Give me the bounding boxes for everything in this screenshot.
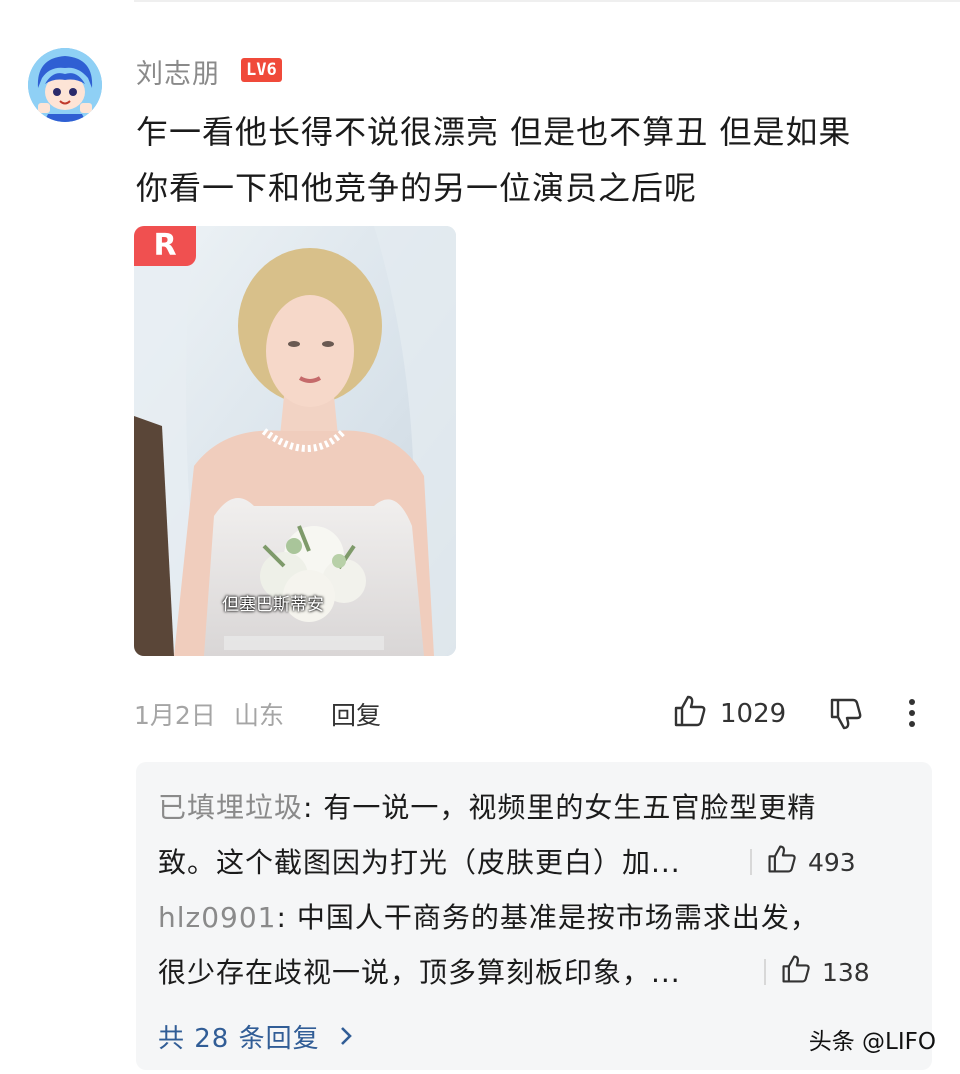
more-options-button[interactable] bbox=[904, 696, 920, 738]
comment-date: 1月2日 bbox=[134, 701, 216, 730]
video-thumbnail[interactable]: R 但塞巴斯蒂安 bbox=[134, 226, 456, 656]
top-divider bbox=[134, 0, 960, 2]
like-button[interactable]: 1029 bbox=[672, 694, 786, 734]
like-count: 1029 bbox=[720, 699, 787, 729]
view-all-replies-link[interactable]: 共 28 条回复 bbox=[158, 1018, 353, 1055]
dislike-button[interactable] bbox=[828, 696, 864, 738]
reply-button[interactable]: 回复 bbox=[331, 696, 381, 732]
watermark: 头条 @LIFO bbox=[808, 1029, 936, 1055]
chevron-right-icon bbox=[339, 1024, 353, 1054]
video-subtitle: 但塞巴斯蒂安 bbox=[222, 595, 324, 615]
reply-like-button[interactable]: 493 bbox=[750, 843, 856, 881]
comment-text-line: 你看一下和他竞争的另一位演员之后呢 bbox=[136, 169, 698, 207]
level-badge: LV6 bbox=[241, 58, 282, 82]
brand-logo: R bbox=[134, 226, 196, 266]
divider bbox=[750, 849, 752, 875]
more-vertical-icon bbox=[904, 699, 920, 738]
view-replies-label: 共 28 条回复 bbox=[158, 1024, 320, 1054]
reply-text: : 中国人干商务的基准是按市场需求出发， bbox=[276, 901, 819, 934]
reply-like-count: 493 bbox=[808, 847, 856, 877]
thumbs-down-icon bbox=[828, 698, 864, 738]
reply-text: : 有一说一，视频里的女生五官脸型更精 bbox=[303, 791, 817, 824]
thumbs-up-icon bbox=[766, 843, 798, 881]
reply-author[interactable]: 已填埋垃圾 bbox=[158, 791, 303, 824]
divider bbox=[764, 959, 766, 985]
reply-line: 已填埋垃圾: 有一说一，视频里的女生五官脸型更精 bbox=[158, 780, 918, 835]
comment-text-line: 乍一看他长得不说很漂亮 但是也不算丑 但是如果 bbox=[136, 113, 852, 151]
reply-author[interactable]: hlz0901 bbox=[158, 901, 276, 934]
reply-like-button[interactable]: 138 bbox=[764, 953, 870, 991]
thumbs-up-icon bbox=[672, 693, 708, 735]
thumbs-up-icon bbox=[780, 953, 812, 991]
comment-meta-row: 1月2日 山东 回复 1029 bbox=[134, 694, 934, 734]
comment-text: 乍一看他长得不说很漂亮 但是也不算丑 但是如果 你看一下和他竞争的另一位演员之后… bbox=[136, 104, 926, 216]
username[interactable]: 刘志朋 bbox=[136, 52, 220, 91]
reply-line: hlz0901: 中国人干商务的基准是按市场需求出发， bbox=[158, 890, 918, 945]
comment-location: 山东 bbox=[234, 701, 285, 730]
reply-like-count: 138 bbox=[822, 957, 870, 987]
avatar[interactable] bbox=[28, 48, 102, 122]
